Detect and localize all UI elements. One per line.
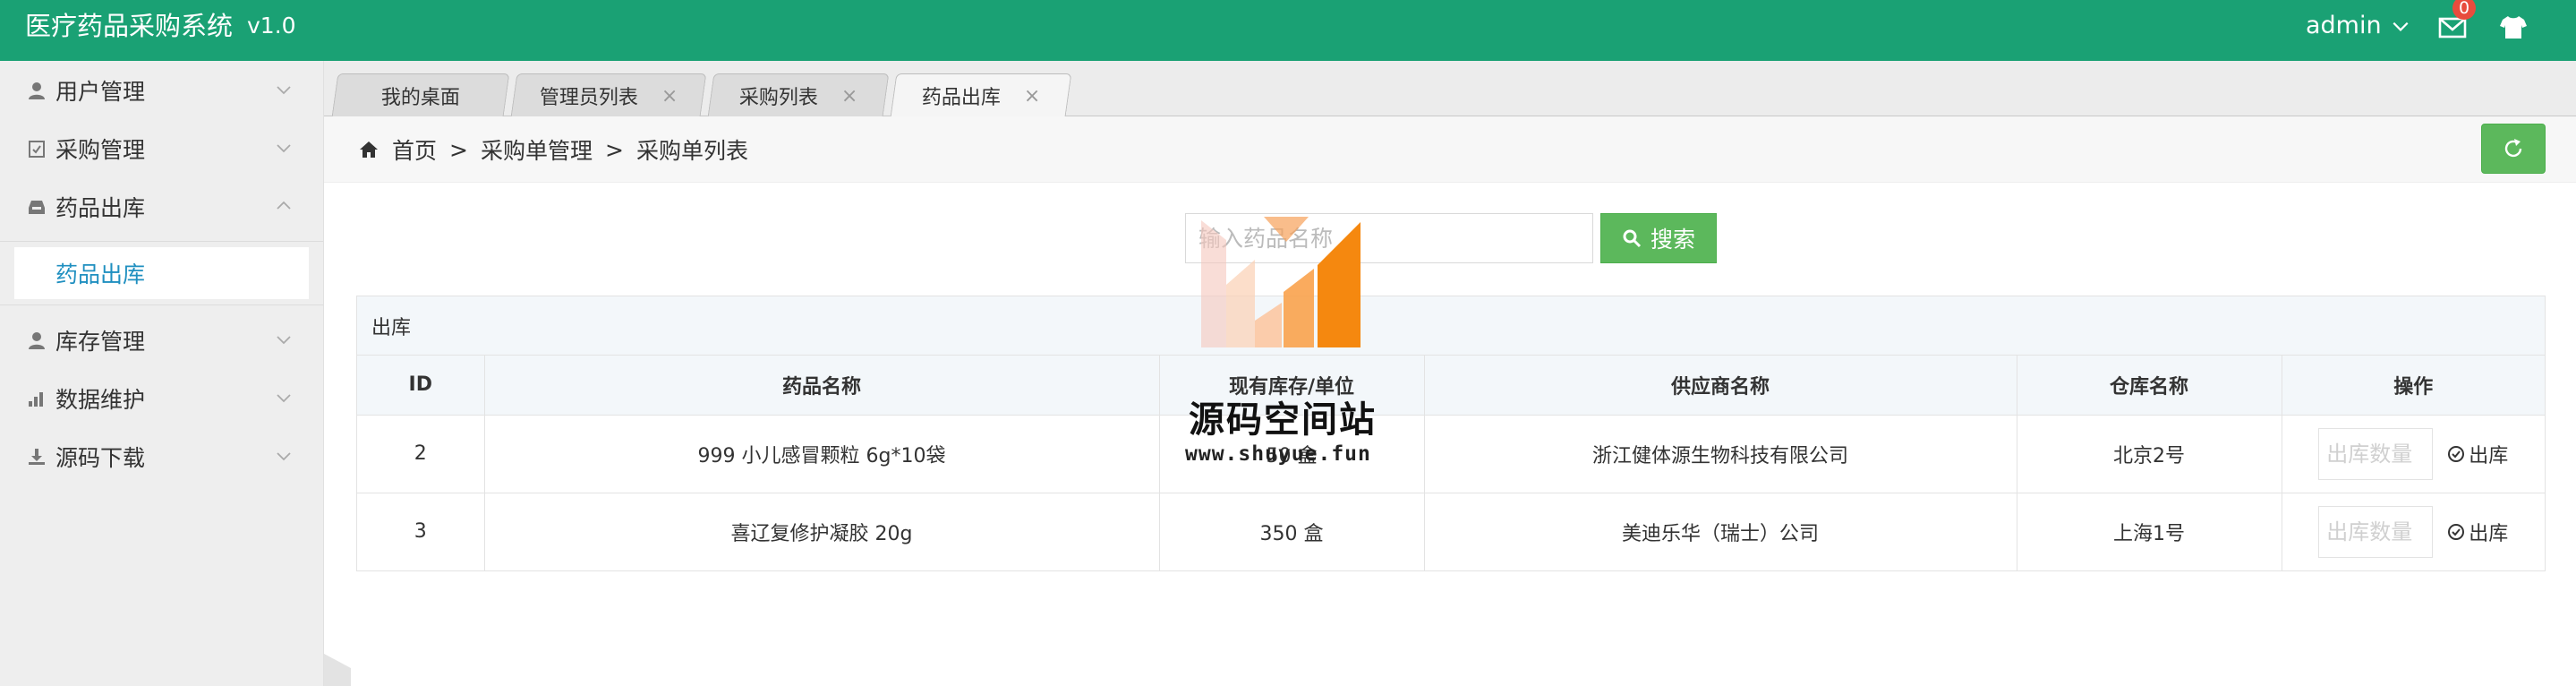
user-icon [29, 81, 45, 99]
chevron-down-icon [277, 336, 291, 345]
chevron-up-icon [277, 201, 291, 210]
close-icon[interactable]: × [841, 84, 857, 107]
app-version: v1.0 [247, 13, 296, 39]
outbound-button-label: 出库 [2469, 522, 2509, 545]
tab-label: 我的桌面 [380, 86, 460, 109]
breadcrumb: 首页 > 采购单管理 > 采购单列表 [358, 116, 748, 183]
cell-actions: 出库 [2282, 415, 2545, 493]
cell-drug-name: 喜辽复修护凝胶 20g [484, 493, 1160, 570]
breadcrumb-purchase-list: 采购单列表 [635, 138, 748, 164]
tab-purchase-list[interactable]: 采购列表 × [707, 73, 890, 116]
sidebar-item-label: 源码下载 [55, 444, 146, 471]
search-button[interactable]: 搜索 [1600, 213, 1717, 263]
column-header: ID [357, 356, 485, 416]
breadcrumb-separator: > [604, 136, 624, 163]
tab-label: 药品出库 [921, 86, 1001, 109]
outbound-button-label: 出库 [2469, 444, 2509, 467]
page-fold-decoration [324, 654, 351, 686]
sidebar-item-label: 数据维护 [55, 386, 146, 413]
sidebar-item-inventory-management[interactable]: 库存管理 [0, 311, 323, 369]
app-title: 医疗药品采购系统 [25, 11, 234, 41]
outbound-quantity-input[interactable] [2318, 505, 2434, 558]
outbound-quantity-input[interactable] [2318, 427, 2434, 480]
top-header: 医疗药品采购系统 v1.0 admin 0 [0, 0, 2576, 61]
breadcrumb-home[interactable]: 首页 [392, 133, 437, 166]
mail-count-badge: 0 [2452, 0, 2476, 20]
sidebar-item-label: 药品出库 [55, 194, 146, 221]
column-header: 供应商名称 [1424, 356, 2017, 416]
divider [0, 304, 323, 305]
bar-chart-icon [29, 391, 43, 407]
cell-id: 2 [357, 415, 485, 493]
refresh-icon [2504, 139, 2522, 158]
chevron-down-icon [2393, 21, 2409, 31]
chevron-down-icon [277, 452, 291, 461]
tab-bar: 我的桌面 管理员列表 × 采购列表 × 药品出库 × [324, 61, 2576, 116]
chevron-down-icon [277, 394, 291, 403]
main-content: 首页 > 采购单管理 > 采购单列表 搜索 出库 ID 药品名称 现有库存/单位… [324, 116, 2576, 686]
check-circle-icon [2448, 523, 2465, 540]
cell-warehouse: 上海1号 [2017, 493, 2282, 570]
close-icon[interactable]: × [1024, 84, 1040, 107]
tab-admin-list[interactable]: 管理员列表 × [510, 73, 707, 116]
sidebar-item-data-maintenance[interactable]: 数据维护 [0, 369, 323, 427]
table-row: 3 喜辽复修护凝胶 20g 350 盒 美迪乐华（瑞士）公司 上海1号 出库 [357, 493, 2545, 570]
sidebar-item-label: 用户管理 [55, 78, 146, 105]
download-icon [29, 448, 45, 465]
divider [0, 241, 323, 242]
outbound-button[interactable]: 出库 [2447, 518, 2508, 546]
cell-supplier: 浙江健体源生物科技有限公司 [1424, 415, 2017, 493]
refresh-button[interactable] [2481, 124, 2546, 174]
user-icon [29, 331, 45, 349]
breadcrumb-separator: > [449, 136, 468, 163]
cell-stock: 350 盒 [1159, 493, 1425, 570]
user-menu[interactable]: admin [2306, 0, 2410, 52]
close-icon[interactable]: × [661, 84, 678, 107]
outbound-panel: 出库 ID 药品名称 现有库存/单位 供应商名称 仓库名称 操作 2 999 小… [356, 296, 2546, 571]
column-header: 药品名称 [484, 356, 1160, 416]
column-header: 操作 [2282, 356, 2545, 416]
cell-warehouse: 北京2号 [2017, 415, 2282, 493]
cell-supplier: 美迪乐华（瑞士）公司 [1424, 493, 2017, 570]
watermark-title: 源码空间站 [1189, 399, 1377, 441]
home-icon [360, 141, 378, 158]
search-icon [1623, 229, 1642, 248]
tab-label: 采购列表 [738, 86, 818, 109]
sidebar-item-source-download[interactable]: 源码下载 [0, 427, 323, 485]
sidebar-item-drug-outbound[interactable]: 药品出库 [0, 177, 323, 236]
chevron-down-icon [277, 86, 291, 95]
breadcrumb-purchase-management[interactable]: 采购单管理 [481, 133, 593, 166]
breadcrumb-bar: 首页 > 采购单管理 > 采购单列表 [324, 116, 2576, 183]
sidebar-item-label: 采购管理 [55, 136, 146, 163]
watermark-url: www.shuyue.fun [1185, 442, 1371, 466]
outbound-button[interactable]: 出库 [2447, 440, 2508, 468]
column-header: 仓库名称 [2017, 356, 2282, 416]
sidebar-item-purchase-management[interactable]: 采购管理 [0, 119, 323, 177]
check-circle-icon [2448, 445, 2465, 462]
tab-drug-outbound[interactable]: 药品出库 × [890, 73, 1072, 116]
sidebar: 用户管理 采购管理 药品出库 药品出库 库存管理 数据维护 源码下载 [0, 61, 324, 686]
tab-label: 管理员列表 [539, 86, 638, 109]
username: admin [2306, 12, 2382, 39]
sidebar-subitem-drug-outbound[interactable]: 药品出库 [14, 247, 309, 299]
table-row: 2 999 小儿感冒颗粒 6g*10袋 50 盒 浙江健体源生物科技有限公司 北… [357, 415, 2545, 493]
chevron-down-icon [277, 144, 291, 153]
cell-drug-name: 999 小儿感冒颗粒 6g*10袋 [484, 415, 1160, 493]
tab-my-desktop[interactable]: 我的桌面 [331, 73, 510, 116]
outbound-table: ID 药品名称 现有库存/单位 供应商名称 仓库名称 操作 2 999 小儿感冒… [357, 356, 2545, 570]
cell-id: 3 [357, 493, 485, 570]
clipboard-icon [29, 140, 45, 158]
sidebar-item-user-management[interactable]: 用户管理 [0, 61, 323, 119]
table-header-row: ID 药品名称 现有库存/单位 供应商名称 仓库名称 操作 [357, 356, 2545, 416]
shirt-icon[interactable] [2497, 11, 2529, 43]
panel-title: 出库 [357, 296, 2545, 356]
sidebar-item-label: 库存管理 [55, 328, 146, 355]
cell-actions: 出库 [2282, 493, 2545, 570]
inbox-icon [29, 200, 45, 214]
search-button-label: 搜索 [1650, 227, 1695, 253]
